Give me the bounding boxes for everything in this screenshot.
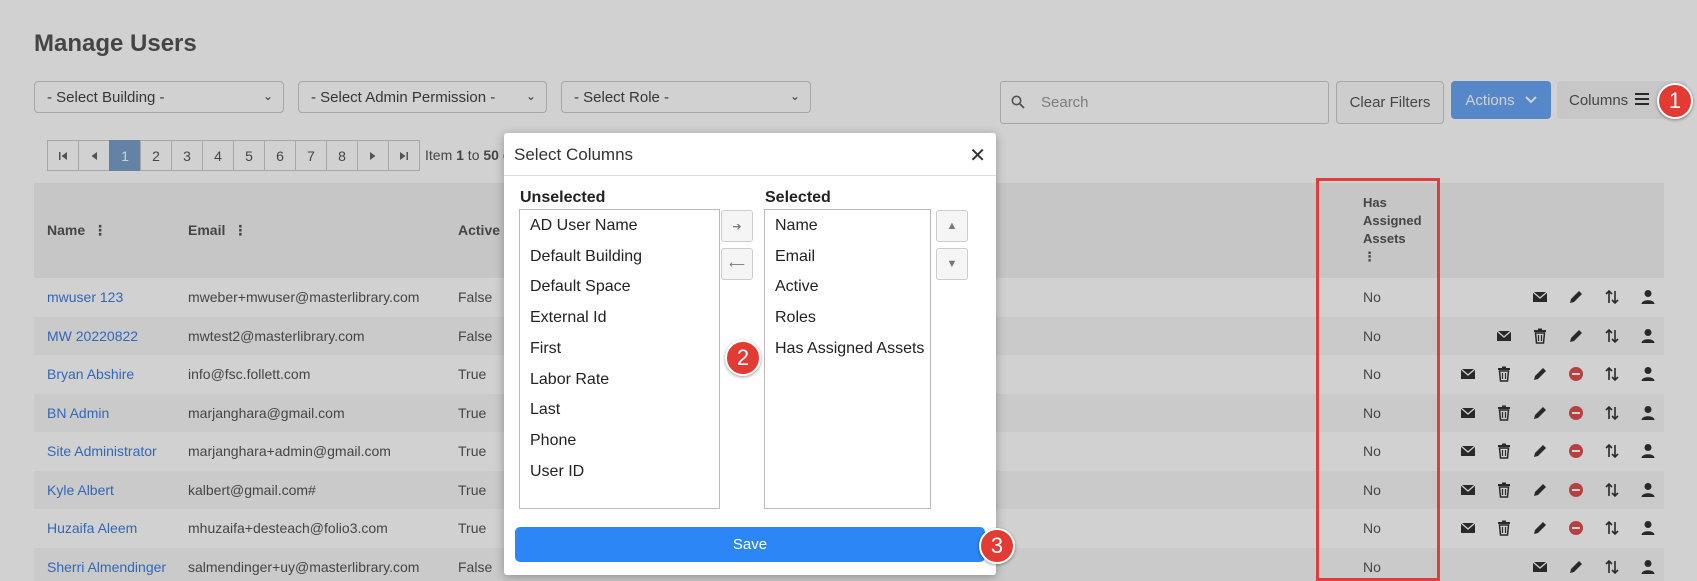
unselected-label: Unselected: [520, 189, 606, 206]
selected-column-option[interactable]: Active: [775, 278, 819, 296]
move-up-button[interactable]: ▲: [936, 210, 968, 242]
unselected-column-option[interactable]: Phone: [530, 432, 576, 450]
selected-column-option[interactable]: Has Assigned Assets: [775, 340, 924, 358]
unselected-column-option[interactable]: Labor Rate: [530, 371, 609, 389]
selected-list[interactable]: Name Email Active Roles Has Assigned Assets: [764, 209, 931, 509]
move-down-button[interactable]: ▼: [936, 248, 968, 280]
close-icon[interactable]: ✕: [969, 143, 986, 168]
callout-badge-3: 3: [979, 528, 1015, 564]
unselected-column-option[interactable]: Default Space: [530, 278, 631, 296]
unselected-column-option[interactable]: Last: [530, 401, 560, 419]
unselected-column-option[interactable]: User ID: [530, 463, 584, 481]
move-left-button[interactable]: ⟵: [721, 248, 753, 280]
move-right-button[interactable]: ➔: [721, 210, 753, 242]
selected-column-option[interactable]: Roles: [775, 309, 816, 327]
unselected-list[interactable]: AD User Name Default Building Default Spac…: [519, 209, 720, 509]
triangle-down-icon: ▼: [946, 258, 958, 270]
selected-column-option[interactable]: Name: [775, 217, 818, 235]
arrow-left-icon: ⟵: [729, 258, 745, 271]
unselected-column-option[interactable]: AD User Name: [530, 217, 638, 235]
unselected-column-option[interactable]: Default Building: [530, 248, 642, 266]
unselected-column-option[interactable]: First: [530, 340, 561, 358]
selected-label: Selected: [765, 189, 831, 206]
modal-title: Select Columns: [514, 145, 634, 164]
unselected-column-option[interactable]: External Id: [530, 309, 606, 327]
selected-column-option[interactable]: Email: [775, 248, 815, 266]
highlight-box: [1316, 178, 1440, 581]
triangle-up-icon: ▲: [946, 220, 958, 232]
callout-badge-1: 1: [1657, 83, 1693, 119]
arrow-right-icon: ➔: [732, 220, 742, 233]
callout-badge-2: 2: [725, 340, 761, 376]
modal-header: Select Columns ✕: [504, 133, 996, 176]
save-button[interactable]: Save: [515, 527, 985, 562]
